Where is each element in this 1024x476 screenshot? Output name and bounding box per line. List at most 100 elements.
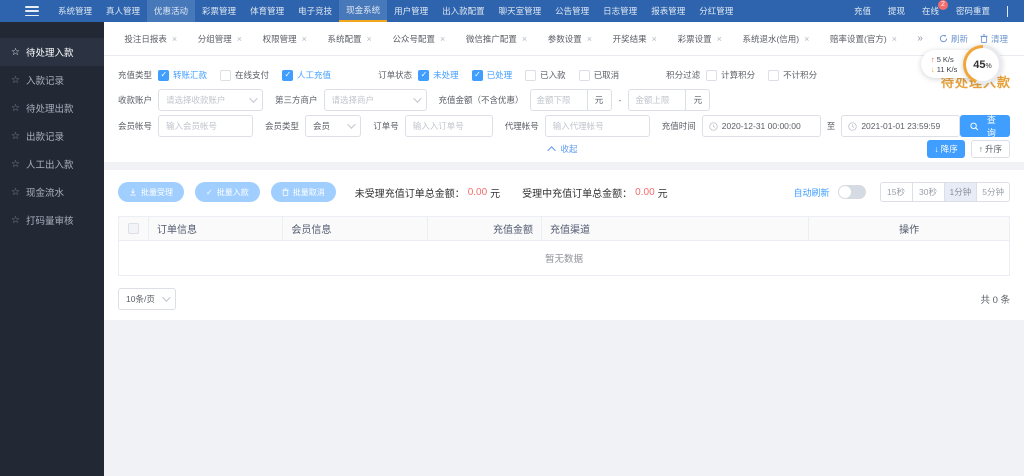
batch-cancel-button[interactable]: 批量取消 — [271, 182, 336, 202]
top-menu: 系统管理 真人管理 优惠活动 彩票管理 体育管理 电子竞技 现金系统 用户管理 … — [51, 0, 740, 22]
amount-max-input[interactable] — [629, 90, 685, 110]
checkbox-online-pay[interactable]: 在线支付 — [220, 69, 269, 81]
close-icon[interactable]: × — [302, 34, 307, 44]
close-icon[interactable]: × — [367, 34, 372, 44]
checkbox-processed[interactable]: 已处理 — [472, 69, 513, 81]
close-icon[interactable]: × — [172, 34, 177, 44]
batch-deposit-button[interactable]: ✓ 批量入款 — [195, 182, 260, 202]
sort-asc-button[interactable]: ↑升序 — [971, 140, 1010, 158]
hamburger-icon[interactable] — [25, 6, 39, 16]
close-icon[interactable]: × — [440, 34, 445, 44]
checkbox-count-points[interactable]: 计算积分 — [706, 69, 755, 81]
sidebar-item-manual-inout[interactable]: ☆人工出入款 — [0, 150, 104, 178]
close-icon[interactable]: × — [652, 34, 657, 44]
withdraw-link[interactable]: 提现 — [888, 5, 905, 17]
start-time-picker[interactable] — [702, 115, 821, 137]
time-to-label: 至 — [827, 120, 836, 132]
tab-overflow-icon[interactable]: » — [917, 33, 923, 44]
nav-lottery-mgmt[interactable]: 彩票管理 — [195, 0, 243, 22]
nav-log-mgmt[interactable]: 日志管理 — [596, 0, 644, 22]
tab-permission-mgmt[interactable]: 权限管理× — [263, 33, 307, 45]
member-type-label: 会员类型 — [265, 120, 299, 132]
search-button[interactable]: 查询 — [960, 115, 1010, 137]
sidebar-item-withdrawal-records[interactable]: ☆出款记录 — [0, 122, 104, 150]
checkbox-icon — [706, 70, 717, 81]
checkbox-bank-transfer[interactable]: 转账汇款 — [158, 69, 207, 81]
sidebar-item-deposit-records[interactable]: ☆入款记录 — [0, 66, 104, 94]
nav-esports-mgmt[interactable]: 电子竞技 — [291, 0, 339, 22]
nav-promo-activity[interactable]: 优惠活动 — [147, 0, 195, 22]
tab-lottery-settings[interactable]: 彩票设置× — [678, 33, 722, 45]
pending-total-value: 0.00 — [468, 187, 487, 198]
sidebar-item-bet-volume-audit[interactable]: ☆打码量审核 — [0, 206, 104, 234]
auto-refresh-toggle[interactable] — [838, 185, 866, 199]
order-totals: 未受理充值订单总金额： 0.00 元 受理中充值订单总金额： 0.00 元 — [355, 185, 668, 200]
nav-system-mgmt[interactable]: 系统管理 — [51, 0, 99, 22]
nav-announcement-mgmt[interactable]: 公告管理 — [548, 0, 596, 22]
user-dropdown[interactable] — [1007, 6, 1008, 16]
checkbox-unprocessed[interactable]: 未处理 — [418, 69, 459, 81]
close-icon[interactable]: × — [717, 34, 722, 44]
star-icon: ☆ — [11, 131, 20, 142]
tab-draw-results[interactable]: 开奖结果× — [613, 33, 657, 45]
nav-report-mgmt[interactable]: 报表管理 — [644, 0, 692, 22]
sidebar-item-pending-deposit[interactable]: ☆待处理入款 — [0, 38, 104, 66]
interval-15s-button[interactable]: 15秒 — [880, 182, 913, 202]
checkbox-icon — [128, 223, 139, 234]
recharge-link[interactable]: 充值 — [854, 5, 871, 17]
tab-wechat-promo-config[interactable]: 微信推广配置× — [466, 33, 527, 45]
checkbox-deposited[interactable]: 已入款 — [525, 69, 566, 81]
collapse-filters-link[interactable]: 收起 — [550, 143, 577, 155]
interval-1min-button[interactable]: 1分钟 — [944, 182, 978, 202]
merchant-select[interactable]: 请选择商户 — [324, 89, 427, 111]
end-time-picker[interactable] — [841, 115, 960, 137]
agent-account-input[interactable] — [545, 115, 650, 137]
close-icon[interactable]: × — [522, 34, 527, 44]
close-icon[interactable]: × — [804, 34, 809, 44]
interval-30s-button[interactable]: 30秒 — [912, 182, 945, 202]
checkbox-cancelled[interactable]: 已取消 — [579, 69, 620, 81]
member-account-input[interactable] — [158, 115, 253, 137]
checkbox-icon — [579, 70, 590, 81]
checkbox-manual-recharge[interactable]: 人工充值 — [282, 69, 331, 81]
close-icon[interactable]: × — [237, 34, 242, 44]
close-icon[interactable]: × — [892, 34, 897, 44]
star-icon: ☆ — [11, 159, 20, 170]
nav-user-mgmt[interactable]: 用户管理 — [387, 0, 435, 22]
sort-desc-button[interactable]: ↓降序 — [927, 140, 964, 158]
start-time-input[interactable] — [722, 121, 814, 131]
tab-system-config[interactable]: 系统配置× — [328, 33, 372, 45]
checkbox-no-points[interactable]: 不计积分 — [768, 69, 817, 81]
sidebar-item-pending-withdrawal[interactable]: ☆待处理出款 — [0, 94, 104, 122]
order-no-input[interactable] — [405, 115, 493, 137]
receive-account-select[interactable]: 请选择收款账户 — [158, 89, 263, 111]
refresh-button[interactable]: 刷新 — [939, 33, 968, 45]
tab-official-account-config[interactable]: 公众号配置× — [392, 33, 445, 45]
tab-bet-daily-report[interactable]: 投注日报表× — [124, 33, 177, 45]
batch-accept-button[interactable]: 批量受理 — [118, 182, 184, 202]
tab-system-rebate-credit[interactable]: 系统退水(信用)× — [742, 33, 809, 45]
total-count-label: 共 0 条 — [980, 292, 1010, 306]
nav-dividend-mgmt[interactable]: 分红管理 — [692, 0, 740, 22]
nav-inout-config[interactable]: 出入款配置 — [435, 0, 492, 22]
sidebar-item-cash-flow[interactable]: ☆现金流水 — [0, 178, 104, 206]
nav-sports-mgmt[interactable]: 体育管理 — [243, 0, 291, 22]
page-size-select[interactable]: 10条/页 — [118, 288, 176, 310]
tab-group-mgmt[interactable]: 分组管理× — [198, 33, 242, 45]
close-icon[interactable]: × — [587, 34, 592, 44]
interval-5min-button[interactable]: 5分钟 — [976, 182, 1010, 202]
select-all-checkbox[interactable] — [119, 217, 149, 240]
nav-chatroom-mgmt[interactable]: 聊天室管理 — [492, 0, 549, 22]
nav-live-mgmt[interactable]: 真人管理 — [99, 0, 147, 22]
online-link[interactable]: 在线2 — [922, 5, 939, 17]
tab-param-settings[interactable]: 参数设置× — [548, 33, 592, 45]
cpu-usage-gauge[interactable]: 45 % — [963, 45, 1002, 84]
chevron-down-icon — [347, 120, 355, 128]
end-time-input[interactable] — [861, 121, 953, 131]
nav-cash-system[interactable]: 现金系统 — [339, 0, 387, 22]
password-reset-link[interactable]: 密码重置 — [956, 5, 990, 17]
tab-odds-settings-official[interactable]: 赔率设置(官方)× — [830, 33, 897, 45]
clean-button[interactable]: 清理 — [980, 33, 1008, 45]
amount-min-input[interactable] — [531, 90, 587, 110]
member-type-select[interactable]: 会员 — [305, 115, 361, 137]
